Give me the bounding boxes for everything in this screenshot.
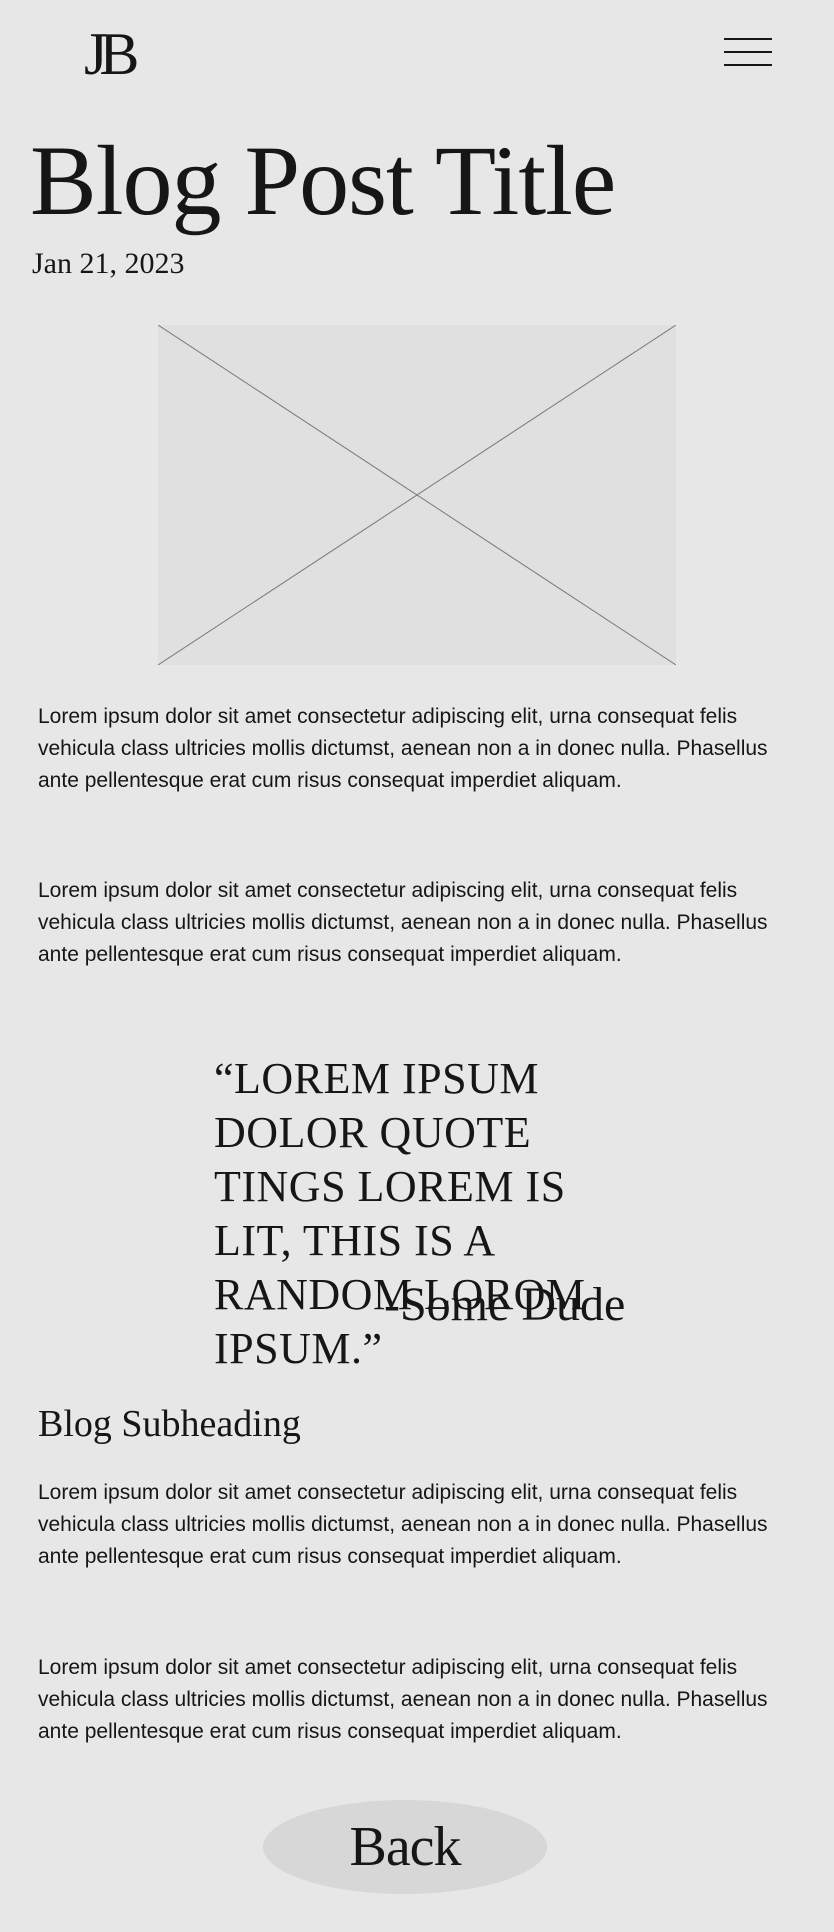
hamburger-menu-icon[interactable] (724, 36, 772, 68)
body-paragraph: Lorem ipsum dolor sit amet consectetur a… (38, 1656, 768, 1743)
body-paragraph: Lorem ipsum dolor sit amet consectetur a… (38, 879, 768, 966)
image-placeholder-icon (158, 325, 676, 665)
page-title: Blog Post Title (30, 125, 616, 236)
body-paragraph: Lorem ipsum dolor sit amet consectetur a… (38, 705, 768, 792)
blog-subheading: Blog Subheading (38, 1403, 301, 1445)
quote-author: -Some Dude (384, 1278, 626, 1331)
post-date: Jan 21, 2023 (32, 247, 185, 280)
back-button[interactable]: Back (263, 1800, 547, 1894)
logo[interactable]: JB (84, 24, 139, 84)
body-paragraph: Lorem ipsum dolor sit amet consectetur a… (38, 1481, 768, 1568)
